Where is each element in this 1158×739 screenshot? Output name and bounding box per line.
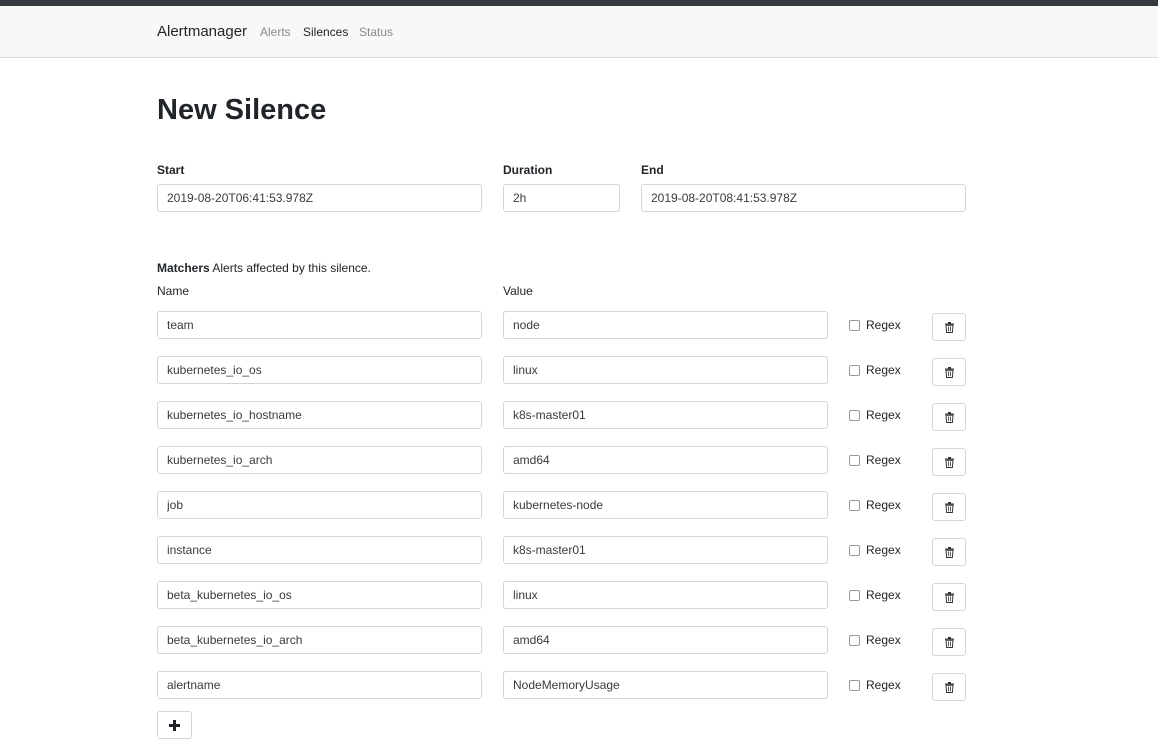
matcher-row: Regex — [0, 356, 1158, 386]
matchers-heading: Matchers Alerts affected by this silence… — [157, 261, 371, 275]
trash-icon — [944, 366, 954, 378]
matcher-name-input[interactable] — [157, 536, 482, 564]
regex-label: Regex — [866, 633, 901, 647]
regex-checkbox[interactable] — [849, 679, 860, 691]
matcher-row: Regex — [0, 671, 1158, 701]
matcher-row: Regex — [0, 626, 1158, 656]
delete-matcher-button[interactable] — [932, 583, 966, 611]
delete-matcher-button[interactable] — [932, 673, 966, 701]
delete-matcher-button[interactable] — [932, 448, 966, 476]
regex-toggle[interactable]: Regex — [849, 453, 901, 467]
duration-input[interactable] — [503, 184, 620, 212]
matcher-value-input[interactable] — [503, 491, 828, 519]
matcher-value-input[interactable] — [503, 311, 828, 339]
matcher-row: Regex — [0, 311, 1158, 341]
duration-label: Duration — [503, 163, 553, 177]
regex-label: Regex — [866, 588, 901, 602]
trash-icon — [944, 411, 954, 423]
regex-label: Regex — [866, 363, 901, 377]
matcher-row: Regex — [0, 491, 1158, 521]
matcher-name-input[interactable] — [157, 401, 482, 429]
regex-toggle[interactable]: Regex — [849, 588, 901, 602]
regex-toggle[interactable]: Regex — [849, 318, 901, 332]
matcher-value-input[interactable] — [503, 401, 828, 429]
end-label: End — [641, 163, 664, 177]
trash-icon — [944, 546, 954, 558]
trash-icon — [944, 591, 954, 603]
regex-checkbox[interactable] — [849, 499, 860, 511]
trash-icon — [944, 321, 954, 333]
delete-matcher-button[interactable] — [932, 358, 966, 386]
matcher-value-input[interactable] — [503, 536, 828, 564]
matchers-title: Matchers — [157, 261, 210, 275]
name-column-label: Name — [157, 284, 190, 298]
matcher-name-input[interactable] — [157, 671, 482, 699]
regex-toggle[interactable]: Regex — [849, 408, 901, 422]
regex-checkbox[interactable] — [849, 454, 860, 466]
matcher-row: Regex — [0, 581, 1158, 611]
trash-icon — [944, 681, 954, 693]
value-column-label: Value — [503, 284, 533, 298]
matcher-name-input[interactable] — [157, 356, 482, 384]
delete-matcher-button[interactable] — [932, 313, 966, 341]
delete-matcher-button[interactable] — [932, 493, 966, 521]
matcher-name-input[interactable] — [157, 581, 482, 609]
regex-checkbox[interactable] — [849, 364, 860, 376]
matcher-name-input[interactable] — [157, 446, 482, 474]
brand-link[interactable]: Alertmanager — [157, 23, 247, 40]
regex-label: Regex — [866, 678, 901, 692]
matcher-row: Regex — [0, 446, 1158, 476]
trash-icon — [944, 501, 954, 513]
nav-link-silences[interactable]: Silences — [303, 25, 348, 39]
trash-icon — [944, 456, 954, 468]
matcher-name-input[interactable] — [157, 311, 482, 339]
matcher-row: Regex — [0, 401, 1158, 431]
matcher-row: Regex — [0, 536, 1158, 566]
add-matcher-button[interactable] — [157, 711, 192, 739]
regex-label: Regex — [866, 498, 901, 512]
regex-toggle[interactable]: Regex — [849, 633, 901, 647]
regex-checkbox[interactable] — [849, 319, 860, 331]
regex-checkbox[interactable] — [849, 634, 860, 646]
regex-label: Regex — [866, 318, 901, 332]
regex-toggle[interactable]: Regex — [849, 498, 901, 512]
regex-label: Regex — [866, 543, 901, 557]
regex-toggle[interactable]: Regex — [849, 543, 901, 557]
start-label: Start — [157, 163, 185, 177]
matcher-value-input[interactable] — [503, 626, 828, 654]
delete-matcher-button[interactable] — [932, 628, 966, 656]
regex-label: Regex — [866, 408, 901, 422]
start-input[interactable] — [157, 184, 482, 212]
regex-toggle[interactable]: Regex — [849, 363, 901, 377]
delete-matcher-button[interactable] — [932, 538, 966, 566]
matcher-value-input[interactable] — [503, 446, 828, 474]
page-title: New Silence — [157, 94, 327, 126]
matcher-value-input[interactable] — [503, 581, 828, 609]
regex-toggle[interactable]: Regex — [849, 678, 901, 692]
delete-matcher-button[interactable] — [932, 403, 966, 431]
nav-link-status[interactable]: Status — [359, 25, 393, 39]
matcher-value-input[interactable] — [503, 671, 828, 699]
navbar: Alertmanager Alerts Silences Status — [0, 6, 1158, 58]
regex-checkbox[interactable] — [849, 409, 860, 421]
regex-label: Regex — [866, 453, 901, 467]
matchers-description: Alerts affected by this silence. — [212, 261, 371, 275]
end-input[interactable] — [641, 184, 966, 212]
regex-checkbox[interactable] — [849, 544, 860, 556]
matcher-name-input[interactable] — [157, 491, 482, 519]
regex-checkbox[interactable] — [849, 589, 860, 601]
matcher-name-input[interactable] — [157, 626, 482, 654]
trash-icon — [944, 636, 954, 648]
nav-link-alerts[interactable]: Alerts — [260, 25, 291, 39]
matcher-value-input[interactable] — [503, 356, 828, 384]
